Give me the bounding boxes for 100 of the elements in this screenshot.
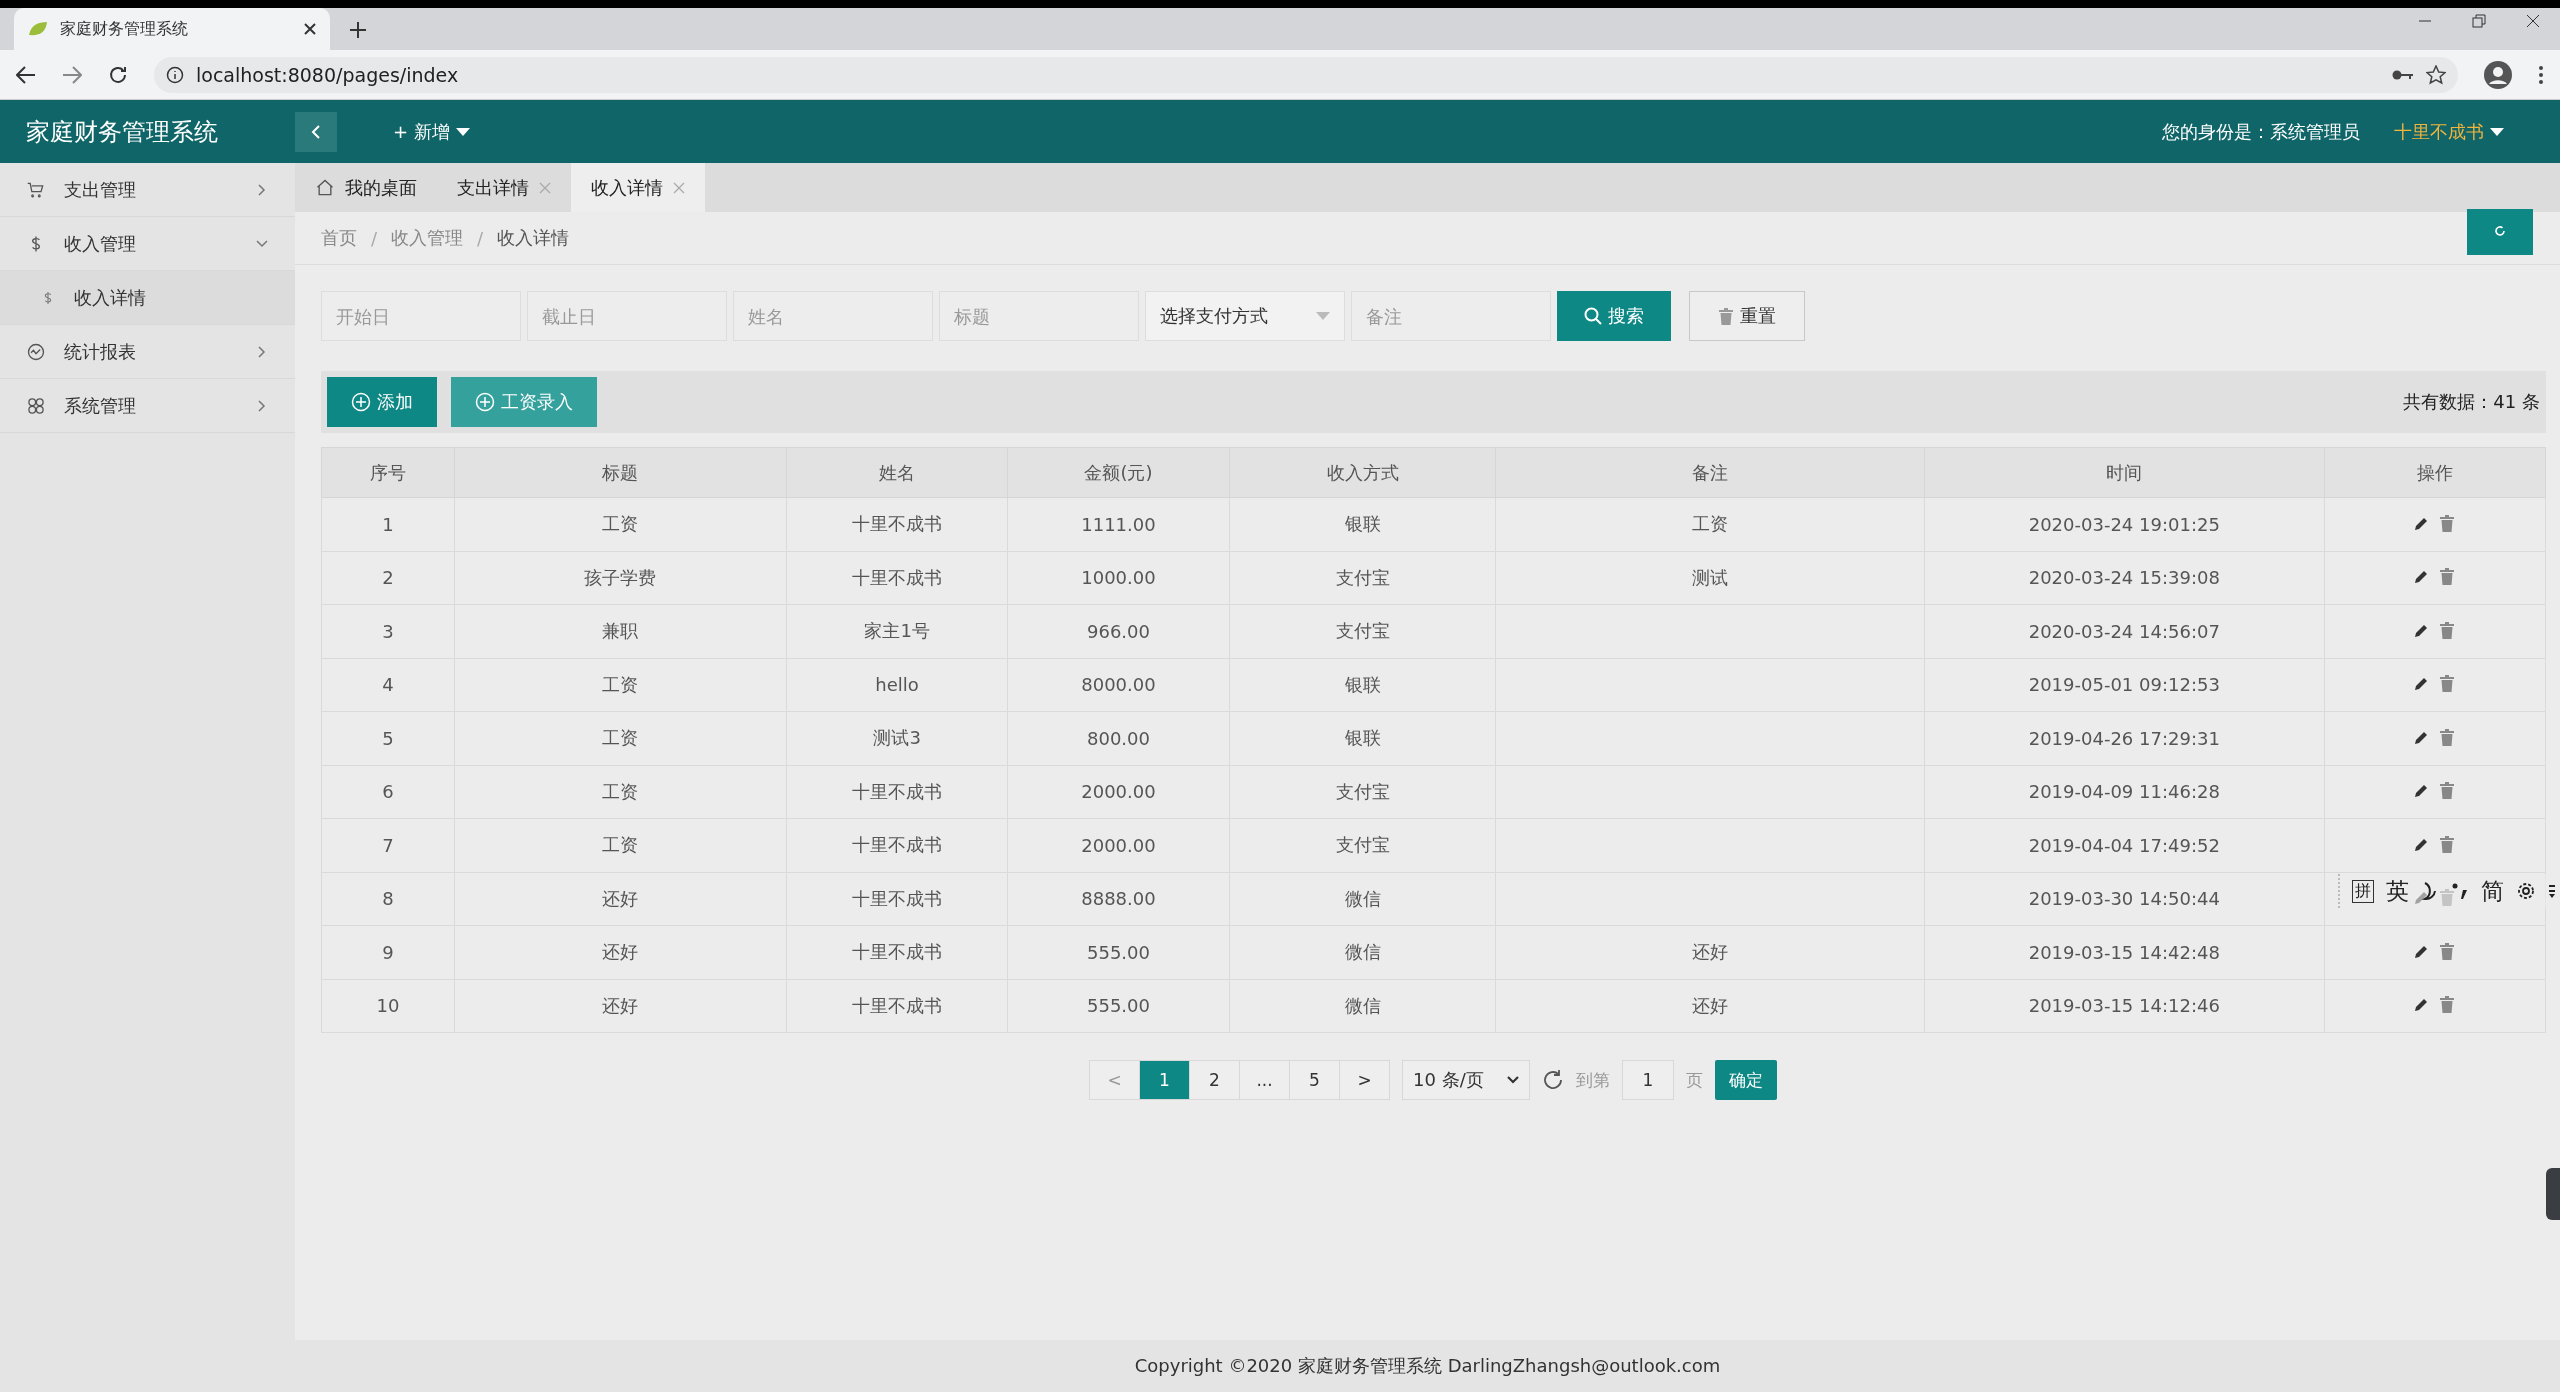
filter-field[interactable]: 标题: [939, 291, 1139, 341]
table-cell: 支付宝: [1229, 818, 1496, 872]
table-cell: 8000.00: [1007, 658, 1230, 712]
table-cell: 7: [321, 818, 455, 872]
table-cell: 十里不成书: [786, 979, 1008, 1033]
table-cell: 工资: [454, 711, 787, 765]
table-cell: 2019-03-30 14:50:44: [1924, 872, 2325, 926]
table-cell: 2019-05-01 09:12:53: [1924, 658, 2325, 712]
table-cell: 工资: [454, 658, 787, 712]
table-cell: 支付宝: [1229, 765, 1496, 819]
page-field[interactable]: 1: [1622, 1060, 1674, 1100]
column-header: 时间: [1924, 447, 2325, 498]
page-button[interactable]: 2: [1189, 1060, 1240, 1100]
copyright-text: Copyright ©2020 家庭财务管理系统 DarlingZhangsh@outlook.com: [1134, 1354, 1721, 1378]
breadcrumb-separator: /: [477, 227, 484, 249]
tab-title: 家庭财务管理系统: [60, 18, 189, 40]
table-cell: 十里不成书: [786, 818, 1008, 872]
table-cell: 555.00: [1007, 925, 1230, 979]
address-bar[interactable]: localhost:8080/pages/index: [154, 56, 2458, 93]
table-cell: 工资: [454, 497, 787, 551]
column-header: 收入方式: [1229, 447, 1496, 498]
table-cell: 银联: [1229, 497, 1496, 551]
new-menu[interactable]: + 新增: [387, 118, 476, 145]
table-cell: 工资: [454, 818, 787, 872]
filter-field[interactable]: 开始日: [321, 291, 521, 341]
page-button[interactable]: ...: [1239, 1060, 1290, 1100]
table-cell: 微信: [1229, 979, 1496, 1033]
table-cell: 孩子学费: [454, 551, 787, 605]
table-cell: 4: [321, 658, 455, 712]
table-cell: 微信: [1229, 925, 1496, 979]
table-cell: 还好: [454, 872, 787, 926]
table-cell: 2019-04-04 17:49:52: [1924, 818, 2325, 872]
filter-field[interactable]: 姓名: [733, 291, 933, 341]
search-button[interactable]: 搜索: [1557, 291, 1671, 341]
page-button[interactable]: 5: [1289, 1060, 1340, 1100]
table-cell: 1: [321, 497, 455, 551]
column-header: 金额(元): [1007, 447, 1230, 498]
payment-select[interactable]: 选择支付方式: [1145, 291, 1345, 341]
table-cell: 2019-04-26 17:29:31: [1924, 711, 2325, 765]
table-cell: 2: [321, 551, 455, 605]
filter-field[interactable]: 备注: [1351, 291, 1551, 341]
breadcrumb-separator: /: [371, 227, 378, 249]
url-text: localhost:8080/pages/index: [196, 63, 459, 86]
page-button[interactable]: 1: [1139, 1060, 1190, 1100]
browser-tab[interactable]: 家庭财务管理系统: [14, 8, 330, 50]
filter-field[interactable]: 截止日: [527, 291, 727, 341]
table-cell: 2020-03-24 19:01:25: [1924, 497, 2325, 551]
confirm-button[interactable]: 确定: [1715, 1060, 1777, 1100]
sidebar-item[interactable]: 系统管理: [0, 379, 295, 433]
sidebar-subitem[interactable]: 收入详情: [0, 271, 295, 325]
next-page-button[interactable]: >: [1339, 1060, 1390, 1100]
table-cell: 5: [321, 711, 455, 765]
page-size-select[interactable]: 10 条/页: [1402, 1060, 1530, 1100]
table-cell: 微信: [1229, 872, 1496, 926]
table-cell: 还好: [1495, 925, 1925, 979]
table-cell: 还好: [454, 925, 787, 979]
table-cell: 1111.00: [1007, 497, 1230, 551]
table-cell: 966.00: [1007, 604, 1230, 658]
table-cell: 工资: [1495, 497, 1925, 551]
table-cell: 十里不成书: [786, 925, 1008, 979]
ime-mode[interactable]: 英: [2386, 875, 2409, 907]
table-cell: 2019-04-09 11:46:28: [1924, 765, 2325, 819]
table-cell: 2019-03-15 14:42:48: [1924, 925, 2325, 979]
reset-button[interactable]: 重置: [1689, 291, 1805, 341]
table-cell: 8: [321, 872, 455, 926]
user-menu[interactable]: 十里不成书: [2388, 118, 2510, 145]
page-tab[interactable]: 我的桌面: [295, 163, 437, 212]
add-button[interactable]: 添加: [327, 377, 437, 427]
ime-mode[interactable]: 拼: [2352, 879, 2374, 903]
table-cell: 2019-03-15 14:12:46: [1924, 979, 2325, 1033]
total-count: 共有数据：41 条: [2403, 390, 2540, 414]
sidebar-item[interactable]: 统计报表: [0, 325, 295, 379]
table-cell: 2020-03-24 15:39:08: [1924, 551, 2325, 605]
page-unit: 页: [1686, 1068, 1703, 1092]
column-header: 序号: [321, 447, 455, 498]
column-header: 备注: [1495, 447, 1925, 498]
page-tab[interactable]: 支出详情: [437, 163, 571, 212]
goto-label: 到第: [1576, 1068, 1610, 1092]
role-text: 您的身份是：系统管理员: [2162, 119, 2360, 144]
table-cell: 555.00: [1007, 979, 1230, 1033]
table-cell: 2000.00: [1007, 818, 1230, 872]
table-cell: 1000.00: [1007, 551, 1230, 605]
page-tab[interactable]: 收入详情: [571, 163, 705, 212]
table-cell: 3: [321, 604, 455, 658]
table-cell: 家主1号: [786, 604, 1008, 658]
table-cell: 2000.00: [1007, 765, 1230, 819]
table-cell: 测试: [1495, 551, 1925, 605]
table-cell: 还好: [454, 979, 787, 1033]
table-cell: 9: [321, 925, 455, 979]
table-cell: 十里不成书: [786, 872, 1008, 926]
column-header: 标题: [454, 447, 787, 498]
table-cell: 十里不成书: [786, 765, 1008, 819]
table-cell: 十里不成书: [786, 497, 1008, 551]
app-title: 家庭财务管理系统: [25, 116, 219, 148]
table-cell: 6: [321, 765, 455, 819]
table-cell: 支付宝: [1229, 604, 1496, 658]
column-header: 姓名: [786, 447, 1008, 498]
table-cell: 兼职: [454, 604, 787, 658]
breadcrumb-link[interactable]: 收入详情: [497, 226, 570, 250]
ime-mode[interactable]: 简: [2481, 875, 2504, 907]
